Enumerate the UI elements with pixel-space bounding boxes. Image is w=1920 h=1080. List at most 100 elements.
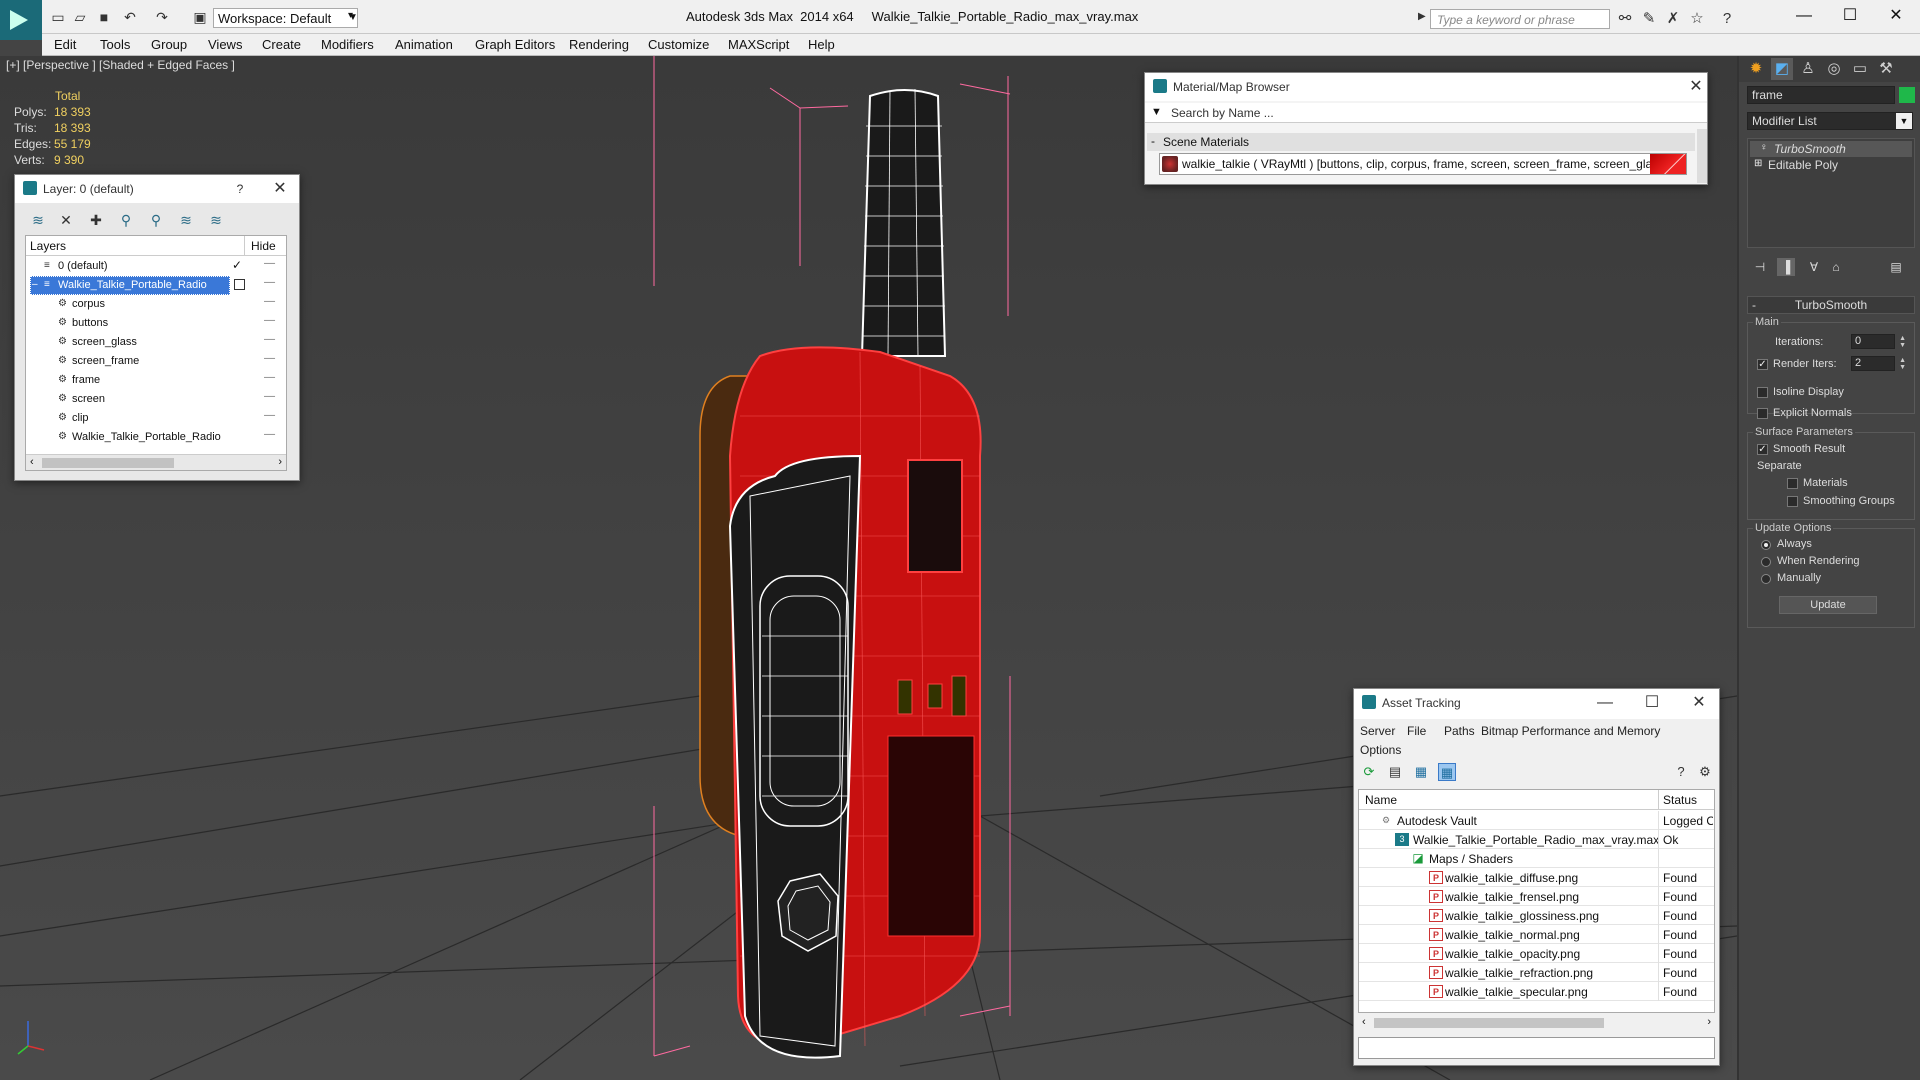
collapse-icon[interactable]: - — [1151, 134, 1155, 148]
asset-row[interactable]: ◪ Maps / Shaders — [1359, 849, 1714, 868]
layer-row[interactable]: ⚙ Walkie_Talkie_Portable_Radio –– — [26, 428, 286, 447]
create-layer-icon[interactable]: ≋ — [29, 211, 47, 229]
open-file-icon[interactable]: ▱ — [72, 9, 88, 25]
table-view-icon[interactable]: ▦ — [1438, 763, 1456, 781]
menu-rendering[interactable]: Rendering — [569, 34, 629, 56]
scroll-thumb[interactable] — [42, 458, 174, 468]
hide-column-header[interactable]: Hide — [251, 239, 276, 253]
display-tab-icon[interactable]: ▭ — [1849, 58, 1871, 80]
current-layer-box-icon[interactable] — [234, 279, 245, 290]
add-to-layer-icon[interactable]: ✚ — [87, 211, 105, 229]
hide-toggle-icon[interactable]: –– — [264, 334, 275, 345]
stack-item-editable-poly[interactable]: ⊞ Editable Poly — [1750, 157, 1912, 173]
menu-create[interactable]: Create — [262, 34, 301, 56]
modifier-list-dropdown[interactable]: Modifier List ▼ — [1747, 112, 1913, 130]
maximize-button[interactable]: ☐ — [1830, 4, 1870, 28]
spinner-arrows-icon[interactable]: ▲ ▼ — [1899, 335, 1906, 349]
show-end-result-icon[interactable]: ▐ — [1777, 258, 1795, 276]
scroll-right-icon[interactable]: › — [278, 456, 282, 468]
binoculars-icon[interactable]: ⚯ — [1616, 10, 1634, 28]
expand-plus-icon[interactable]: ⊞ — [1754, 159, 1764, 169]
asset-row[interactable]: Pwalkie_talkie_specular.png Found — [1359, 982, 1714, 1001]
spinner-arrows-icon[interactable]: ▲ ▼ — [1899, 357, 1906, 371]
menu-customize[interactable]: Customize — [648, 34, 709, 56]
menu-edit[interactable]: Edit — [54, 34, 76, 56]
status-column-header[interactable]: Status — [1663, 793, 1697, 807]
redo-icon[interactable]: ↷ — [154, 9, 170, 25]
scene-materials-section[interactable]: - Scene Materials — [1147, 133, 1695, 151]
menu-maxscript[interactable]: MAXScript — [728, 34, 789, 56]
asset-row[interactable]: Pwalkie_talkie_normal.png Found — [1359, 925, 1714, 944]
search-options-icon[interactable]: ▼ — [1151, 106, 1162, 118]
layer-close-button[interactable]: ✕ — [269, 179, 291, 199]
menu-modifiers[interactable]: Modifiers — [321, 34, 374, 56]
layer-row[interactable]: ⚙ corpus –– — [26, 295, 286, 314]
undo-icon[interactable]: ↶ — [122, 9, 138, 25]
hide-toggle-icon[interactable]: –– — [264, 277, 275, 288]
material-search-input[interactable]: ▼ Search by Name ... — [1145, 103, 1707, 123]
create-tab-icon[interactable]: ✹ — [1745, 58, 1767, 80]
favorites-star-icon[interactable]: ☆ — [1688, 10, 1706, 28]
asset-row[interactable]: Pwalkie_talkie_opacity.png Found — [1359, 944, 1714, 963]
layer-help-button[interactable]: ? — [229, 179, 251, 199]
smoothing-groups-checkbox[interactable] — [1787, 496, 1798, 507]
asset-minimize-button[interactable]: — — [1594, 693, 1616, 713]
iterations-spinner[interactable]: 0 ▲ ▼ — [1851, 334, 1906, 349]
asset-row[interactable]: Pwalkie_talkie_refraction.png Found — [1359, 963, 1714, 982]
freeze-all-icon[interactable]: ≋ — [207, 211, 225, 229]
asset-maximize-button[interactable]: ☐ — [1641, 693, 1663, 713]
hide-toggle-icon[interactable]: –– — [264, 391, 275, 402]
tree-view-icon[interactable]: ▦ — [1412, 763, 1430, 781]
workspace-select[interactable]: Workspace: Default ▾ — [213, 8, 358, 28]
list-view-icon[interactable]: ▤ — [1386, 763, 1404, 781]
layer-row[interactable]: ⚙ frame –– — [26, 371, 286, 390]
hide-toggle-icon[interactable]: –– — [264, 410, 275, 421]
active-layer-check-icon[interactable]: ✓ — [232, 258, 242, 272]
layer-row[interactable]: ⚙ screen –– — [26, 390, 286, 409]
materials-checkbox[interactable] — [1787, 478, 1798, 489]
layer-row[interactable]: – ≡ Walkie_Talkie_Portable_Radio –– — [26, 276, 286, 295]
menu-graph-editors[interactable]: Graph Editors — [475, 34, 555, 56]
search-expand-icon[interactable]: ▶ — [1418, 11, 1426, 22]
manually-radio[interactable] — [1761, 574, 1771, 584]
object-name-field[interactable]: frame — [1747, 86, 1895, 104]
asset-menu-bitmap[interactable]: Bitmap Performance and Memory — [1481, 724, 1660, 738]
isoline-display-checkbox[interactable] — [1757, 387, 1768, 398]
scroll-right-icon[interactable]: › — [1707, 1016, 1711, 1028]
hide-toggle-icon[interactable]: –– — [264, 353, 275, 364]
layer-horizontal-scrollbar[interactable]: ‹ › — [26, 454, 286, 470]
turbosmooth-rollout-title[interactable]: - TurboSmooth — [1747, 296, 1915, 314]
stack-item-turbosmooth[interactable]: ♀ TurboSmooth — [1750, 141, 1912, 157]
material-browser-titlebar[interactable]: Material/Map Browser ✕ — [1145, 73, 1707, 101]
layer-row[interactable]: ⚙ screen_frame –– — [26, 352, 286, 371]
help-icon[interactable]: ? — [1672, 763, 1690, 781]
hierarchy-tab-icon[interactable]: ♙ — [1797, 58, 1819, 80]
layer-row[interactable]: ⚙ buttons –– — [26, 314, 286, 333]
help-settings-icon[interactable]: ⚙ — [1696, 763, 1714, 781]
material-entry[interactable]: walkie_talkie ( VRayMtl ) [buttons, clip… — [1159, 153, 1687, 175]
select-objects-icon[interactable]: ⚲ — [117, 211, 135, 229]
layer-panel-titlebar[interactable]: Layer: 0 (default) ? ✕ — [15, 175, 299, 203]
asset-row[interactable]: ⚙ Autodesk Vault Logged Out — [1359, 811, 1714, 830]
viewport-label[interactable]: [+] [Perspective ] [Shaded + Edged Faces… — [6, 58, 235, 72]
hide-all-icon[interactable]: ≋ — [177, 211, 195, 229]
save-file-icon[interactable]: ■ — [96, 9, 112, 25]
name-column-header[interactable]: Name — [1365, 793, 1397, 807]
asset-menu-server[interactable]: Server — [1360, 724, 1395, 738]
asset-menu-paths[interactable]: Paths — [1444, 724, 1475, 738]
hide-toggle-icon[interactable]: –– — [264, 296, 275, 307]
project-folder-icon[interactable]: ▣ — [192, 9, 208, 25]
new-file-icon[interactable]: ▭ — [50, 9, 66, 25]
smooth-result-checkbox[interactable]: ✓ — [1757, 444, 1768, 455]
expand-icon[interactable]: – — [32, 279, 44, 291]
hide-toggle-icon[interactable]: –– — [264, 258, 275, 269]
search-input[interactable]: Type a keyword or phrase — [1430, 9, 1610, 29]
configure-sets-icon[interactable]: ▤ — [1887, 258, 1905, 276]
asset-menu-file[interactable]: File — [1407, 724, 1426, 738]
scroll-left-icon[interactable]: ‹ — [30, 456, 34, 468]
lightbulb-icon[interactable]: ♀ — [1760, 143, 1770, 153]
scroll-left-icon[interactable]: ‹ — [1362, 1016, 1366, 1028]
material-browser-scrollbar[interactable] — [1697, 129, 1707, 183]
render-iters-checkbox[interactable]: ✓ — [1757, 359, 1768, 370]
hide-toggle-icon[interactable]: –– — [264, 372, 275, 383]
